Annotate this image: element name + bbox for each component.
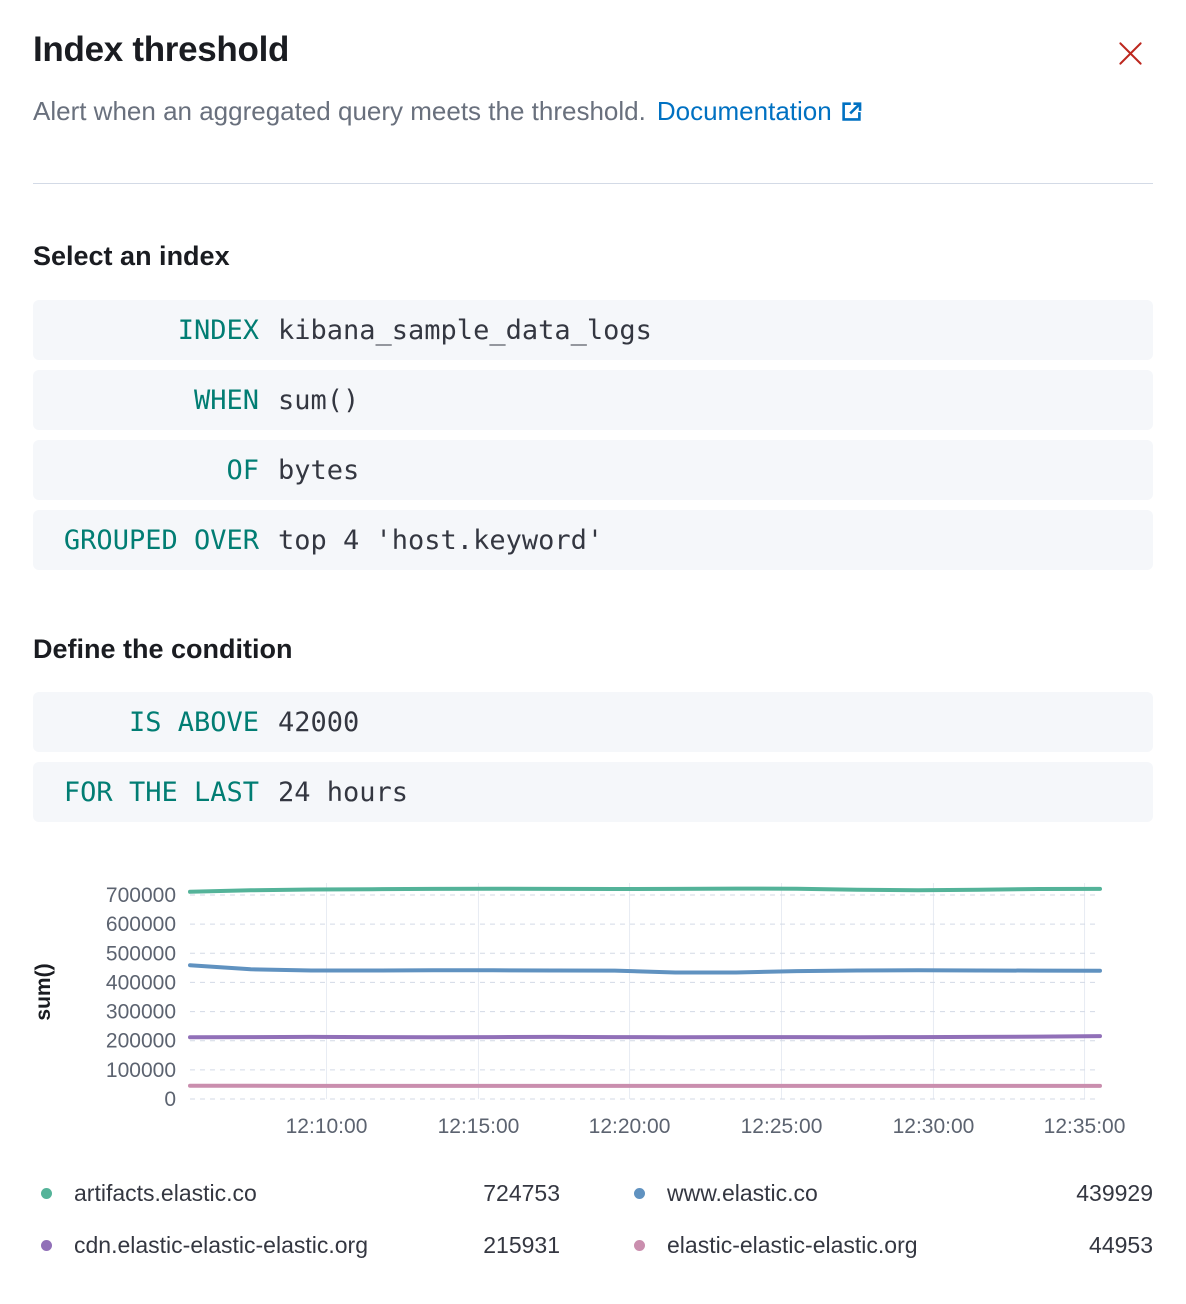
external-link-icon [841, 101, 862, 122]
legend-item: elastic-elastic-elastic.org 44953 [626, 1228, 1153, 1262]
svg-text:0: 0 [164, 1088, 176, 1111]
expression-label: FOR THE LAST [59, 777, 259, 808]
legend-dot [634, 1240, 645, 1251]
page-title: Index threshold [33, 30, 1153, 70]
expression-value: sum() [278, 385, 1139, 416]
svg-text:100000: 100000 [106, 1059, 176, 1082]
threshold-preview-chart: sum() 12:10:0012:15:0012:20:0012:25:0012… [33, 871, 1153, 1148]
close-button[interactable] [1115, 38, 1146, 69]
legend-series-value: 44953 [1089, 1232, 1153, 1259]
svg-text:200000: 200000 [106, 1030, 176, 1053]
legend-series-value: 724753 [483, 1180, 560, 1207]
svg-text:400000: 400000 [106, 971, 176, 994]
expression-value: top 4 'host.keyword' [278, 525, 1139, 556]
svg-text:12:35:00: 12:35:00 [1044, 1115, 1126, 1138]
subtitle-text: Alert when an aggregated query meets the… [33, 96, 646, 127]
svg-text:12:15:00: 12:15:00 [438, 1115, 520, 1138]
expression-label: WHEN [59, 385, 259, 416]
expression-time-window[interactable]: FOR THE LAST 24 hours [33, 762, 1153, 822]
legend-series-name: elastic-elastic-elastic.org [667, 1232, 918, 1259]
legend-item: cdn.elastic-elastic-elastic.org 215931 [33, 1228, 560, 1262]
index-threshold-flyout: Index threshold Alert when an aggregated… [0, 0, 1186, 1304]
expression-value: 24 hours [278, 777, 1139, 808]
svg-text:12:10:00: 12:10:00 [286, 1115, 368, 1138]
svg-text:700000: 700000 [106, 884, 176, 907]
y-axis-title: sum() [32, 952, 58, 1032]
expression-value: bytes [278, 455, 1139, 486]
svg-text:300000: 300000 [106, 1001, 176, 1024]
expression-label: GROUPED OVER [59, 525, 259, 556]
expression-label: OF [59, 455, 259, 486]
chart-legend: artifacts.elastic.co 724753 www.elastic.… [33, 1176, 1153, 1262]
expression-label: IS ABOVE [59, 707, 259, 738]
expression-value: 42000 [278, 707, 1139, 738]
legend-dot [41, 1188, 52, 1199]
legend-series-value: 215931 [483, 1232, 560, 1259]
header-divider [33, 183, 1153, 184]
expression-value: kibana_sample_data_logs [278, 315, 1139, 346]
expression-grouped-over[interactable]: GROUPED OVER top 4 'host.keyword' [33, 510, 1153, 570]
expression-of[interactable]: OF bytes [33, 440, 1153, 500]
legend-dot [634, 1188, 645, 1199]
expression-index[interactable]: INDEX kibana_sample_data_logs [33, 300, 1153, 360]
documentation-link[interactable]: Documentation [657, 96, 862, 127]
legend-series-value: 439929 [1076, 1180, 1153, 1207]
legend-series-name: www.elastic.co [667, 1180, 818, 1207]
expression-when[interactable]: WHEN sum() [33, 370, 1153, 430]
legend-dot [41, 1240, 52, 1251]
legend-item: artifacts.elastic.co 724753 [33, 1176, 560, 1210]
define-condition-heading: Define the condition [33, 634, 1153, 665]
legend-item: www.elastic.co 439929 [626, 1176, 1153, 1210]
chart-canvas: 12:10:00 12:15:00 12:20:00 12:25:00 12:30:00… [33, 871, 1155, 1143]
svg-text:12:20:00: 12:20:00 [589, 1115, 671, 1138]
legend-series-name: cdn.elastic-elastic-elastic.org [74, 1232, 368, 1259]
svg-text:600000: 600000 [106, 913, 176, 936]
svg-text:500000: 500000 [106, 942, 176, 965]
legend-series-name: artifacts.elastic.co [74, 1180, 257, 1207]
expression-threshold[interactable]: IS ABOVE 42000 [33, 692, 1153, 752]
close-icon [1117, 55, 1144, 70]
svg-text:12:30:00: 12:30:00 [893, 1115, 975, 1138]
expression-label: INDEX [59, 315, 259, 346]
select-index-heading: Select an index [33, 241, 1153, 272]
subtitle: Alert when an aggregated query meets the… [33, 96, 1153, 127]
svg-text:12:25:00: 12:25:00 [741, 1115, 823, 1138]
